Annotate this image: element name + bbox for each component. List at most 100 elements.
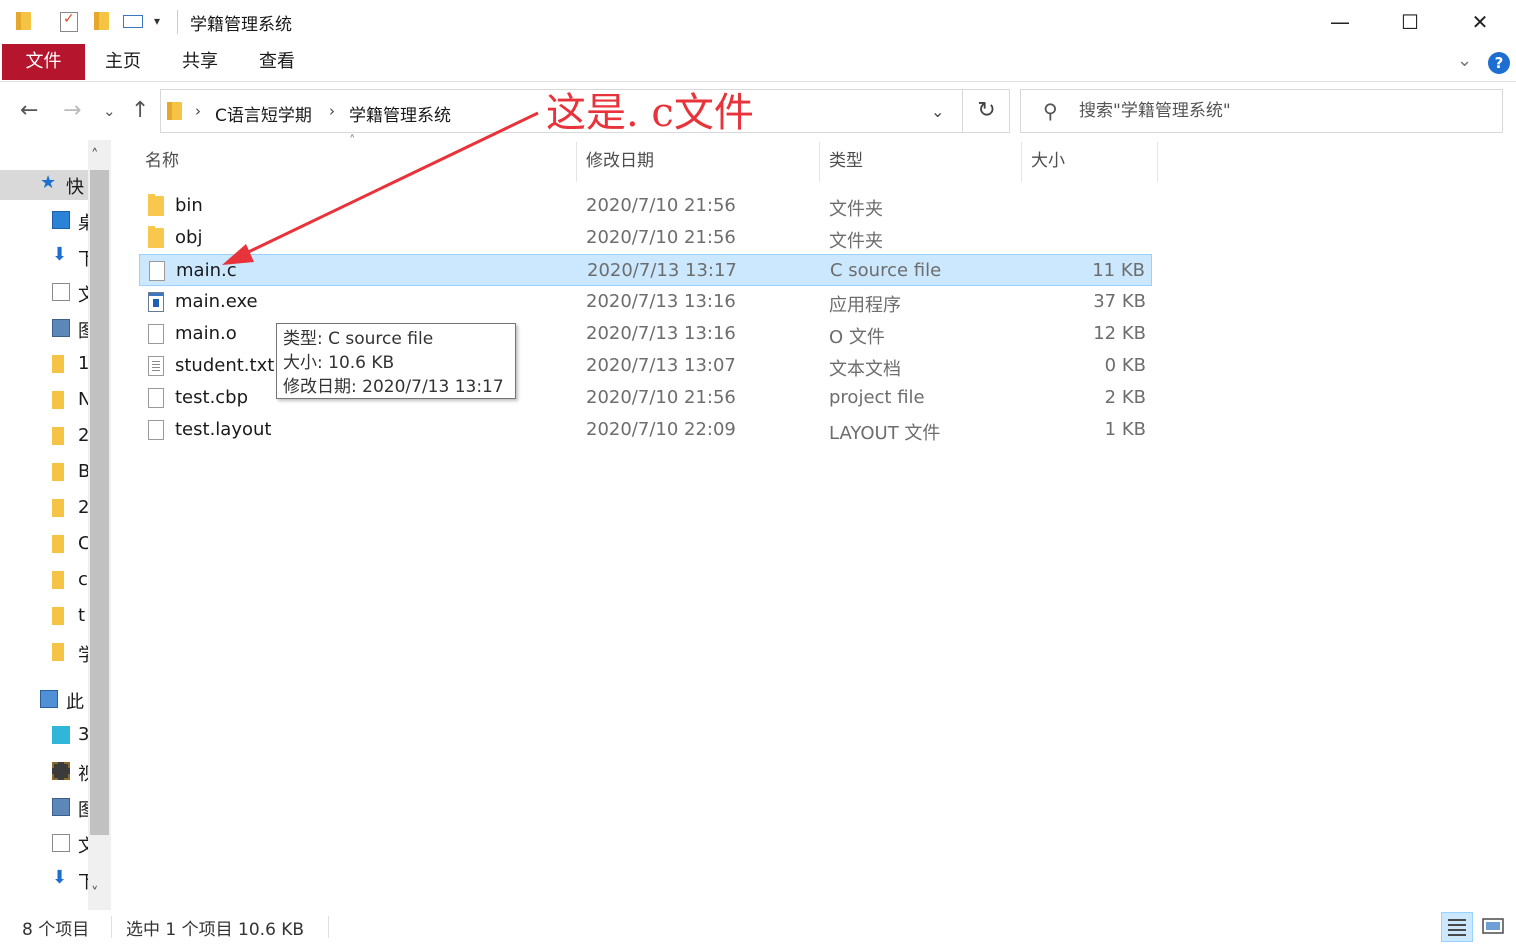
nav-item-15[interactable]: 3	[0, 721, 88, 751]
nav-item-2[interactable]: ⬇ 下	[0, 242, 88, 272]
folder-icon	[16, 12, 31, 30]
details-view-button[interactable]	[1441, 912, 1473, 942]
expand-ribbon-icon[interactable]: ⌄	[1457, 50, 1472, 71]
status-bar: 8 个项目 选中 1 个项目 10.6 KB	[0, 910, 1516, 944]
folder-icon	[52, 535, 64, 553]
nav-item-10[interactable]: C	[0, 530, 88, 560]
search-box[interactable]: ⚲	[1020, 89, 1503, 133]
nav-item-label: N	[78, 389, 88, 410]
exe-icon	[148, 292, 164, 312]
customize-toolbar-icon[interactable]: ▾	[154, 14, 160, 28]
nav-item-6[interactable]: N	[0, 386, 88, 416]
document-icon	[52, 834, 70, 852]
scrollbar-thumb[interactable]	[90, 170, 109, 835]
folder-icon	[52, 643, 64, 661]
back-button[interactable]: ←	[20, 98, 38, 123]
sort-ascending-icon: ˄	[349, 134, 356, 149]
details-view-icon	[1448, 919, 1466, 936]
file-date: 2020/7/13 13:16	[586, 291, 736, 312]
file-row[interactable]: bin 2020/7/10 21:56 文件夹	[139, 190, 1152, 222]
file-size: 12 KB	[1093, 323, 1146, 344]
file-date: 2020/7/10 21:56	[586, 195, 736, 216]
file-icon	[148, 420, 164, 440]
scroll-down-icon[interactable]: ˅	[91, 884, 99, 902]
file-name: test.cbp	[175, 387, 249, 408]
breadcrumb-separator[interactable]: ›	[195, 102, 201, 120]
file-tooltip: 类型: C source file 大小: 10.6 KB 修改日期: 2020…	[276, 323, 516, 399]
breadcrumb-current[interactable]: 学籍管理系统	[349, 101, 451, 126]
column-divider[interactable]	[576, 142, 577, 182]
nav-item-label: 桌	[78, 213, 88, 234]
nav-item-label: c	[78, 569, 88, 590]
navigation-bar: ← → ⌄ ↑ › C语言短学期 › 学籍管理系统 ⌄ ↻ ⚲	[0, 84, 1516, 138]
nav-item-11[interactable]: c	[0, 566, 88, 596]
tab-file[interactable]: 文件	[2, 44, 85, 80]
file-row[interactable]: main.c 2020/7/13 13:17 C source file 11 KB	[139, 254, 1152, 286]
file-row[interactable]: obj 2020/7/10 21:56 文件夹	[139, 222, 1152, 254]
column-header-size[interactable]: 大小	[1031, 146, 1065, 182]
nav-item-19[interactable]: ⬇ 下	[0, 865, 88, 895]
breadcrumb-separator[interactable]: ›	[329, 102, 335, 120]
navigation-scrollbar[interactable]: ˄ ˅	[88, 140, 111, 910]
new-folder-icon[interactable]	[94, 12, 109, 30]
nav-item-0[interactable]: ★ 快	[0, 170, 88, 200]
file-name: main.o	[175, 323, 237, 344]
tab-home[interactable]: 主页	[87, 44, 159, 80]
nav-item-12[interactable]: t	[0, 602, 88, 632]
scroll-up-icon[interactable]: ˄	[91, 146, 99, 164]
tab-share[interactable]: 共享	[164, 44, 236, 80]
close-button[interactable]: ✕	[1445, 0, 1515, 44]
maximize-button[interactable]: ☐	[1375, 0, 1445, 44]
column-header-name[interactable]: 名称	[145, 146, 179, 182]
nav-item-13[interactable]: 学	[0, 638, 88, 668]
file-row[interactable]: test.layout 2020/7/10 22:09 LAYOUT 文件 1 KB	[139, 414, 1152, 446]
refresh-button[interactable]: ↻	[962, 90, 1010, 132]
download-icon: ⬇	[52, 867, 68, 888]
breadcrumb-c-course[interactable]: C语言短学期	[215, 101, 312, 126]
title-divider	[177, 10, 178, 34]
folder-icon	[52, 391, 64, 409]
nav-item-label: 图	[78, 800, 88, 821]
file-type: O 文件	[829, 327, 885, 348]
column-header-type[interactable]: 类型	[829, 146, 863, 182]
nav-item-4[interactable]: 图	[0, 314, 88, 344]
nav-item-3[interactable]: 文	[0, 278, 88, 308]
star-icon: ★	[40, 172, 57, 193]
nav-item-16[interactable]: 视	[0, 757, 88, 787]
file-row[interactable]: main.exe 2020/7/13 13:16 应用程序 37 KB	[139, 286, 1152, 318]
recent-locations-button[interactable]: ⌄	[103, 102, 116, 120]
nav-item-18[interactable]: 文	[0, 829, 88, 859]
search-input[interactable]	[1079, 101, 1479, 121]
file-size: 11 KB	[1092, 260, 1145, 281]
address-dropdown-icon[interactable]: ⌄	[931, 102, 944, 121]
tab-view[interactable]: 查看	[241, 44, 313, 80]
up-button[interactable]: ↑	[131, 98, 149, 123]
forward-button[interactable]: →	[63, 98, 81, 123]
column-header-date[interactable]: 修改日期	[586, 146, 654, 182]
nav-item-14[interactable]: 此	[0, 685, 88, 715]
help-icon[interactable]: ?	[1488, 52, 1510, 74]
column-divider[interactable]	[1021, 142, 1022, 182]
file-name: bin	[175, 195, 203, 216]
nav-item-label: t	[78, 605, 86, 626]
nav-item-5[interactable]: 1	[0, 350, 88, 380]
minimize-button[interactable]: —	[1305, 0, 1375, 44]
file-name: main.exe	[175, 291, 258, 312]
file-type: LAYOUT 文件	[829, 423, 941, 444]
file-size: 0 KB	[1104, 355, 1146, 376]
properties-icon[interactable]: ✓	[60, 11, 78, 32]
window-title: 学籍管理系统	[190, 15, 292, 35]
nav-item-1[interactable]: 桌	[0, 206, 88, 236]
nav-item-9[interactable]: 2	[0, 494, 88, 524]
column-divider[interactable]	[819, 142, 820, 182]
navigation-pane: ★ 快桌 ⬇ 下文图 1 N 2 B 2 Cc t 学此 3 视图文 ⬇ 下 ˄ ˅	[0, 140, 112, 910]
folder-icon	[52, 499, 64, 517]
nav-item-17[interactable]: 图	[0, 793, 88, 823]
nav-item-7[interactable]: 2	[0, 422, 88, 452]
large-icons-view-button[interactable]	[1478, 912, 1510, 942]
title-bar: ✓ ▾ 学籍管理系统 — ☐ ✕	[0, 0, 1516, 44]
rename-icon[interactable]	[123, 15, 143, 28]
nav-item-8[interactable]: B	[0, 458, 88, 488]
column-divider[interactable]	[1157, 142, 1158, 182]
file-size: 37 KB	[1093, 291, 1146, 312]
